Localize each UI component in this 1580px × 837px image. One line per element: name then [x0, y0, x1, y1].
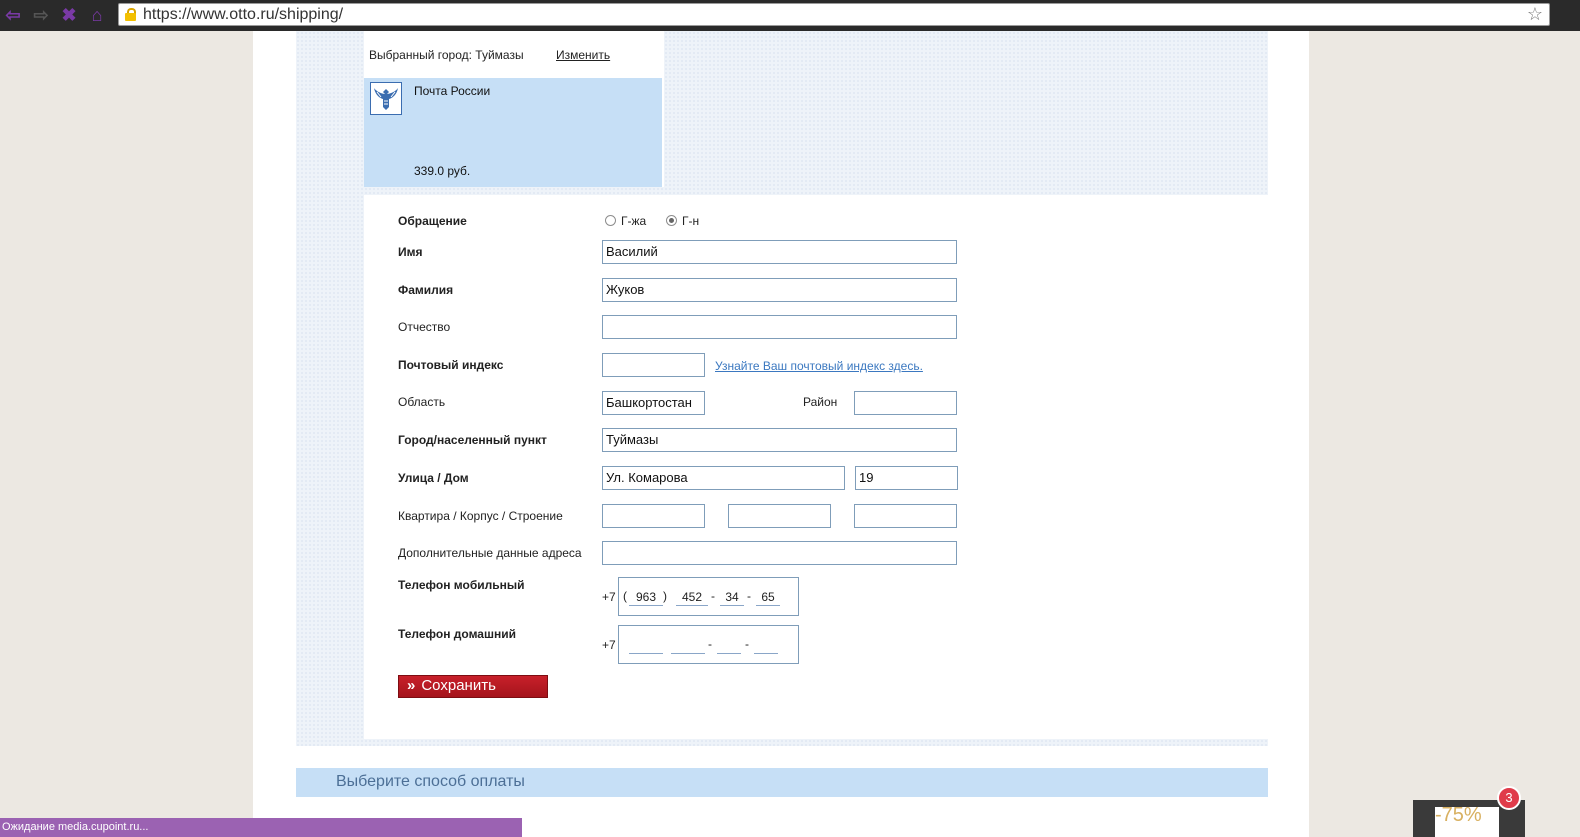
change-city-link[interactable]: Изменить [556, 48, 610, 62]
additional-address-label: Дополнительные данные адреса [398, 546, 582, 560]
home-phone-prefix: +7 [602, 638, 616, 652]
salutation-mrs-radio[interactable] [605, 215, 616, 226]
additional-address-field[interactable] [602, 541, 957, 565]
bookmark-star-icon[interactable]: ☆ [1527, 4, 1543, 25]
browser-toolbar: ⇦ ⇨ ✖ ⌂ https://www.otto.ru/shipping/ ☆ [0, 0, 1580, 31]
find-zip-link[interactable]: Узнайте Ваш почтовый индекс здесь. [715, 359, 923, 373]
salutation-mr-radio[interactable] [666, 215, 677, 226]
salutation-mr-label: Г-н [682, 214, 700, 228]
last-name-field[interactable]: Жуков [602, 278, 957, 302]
first-name-label: Имя [398, 245, 423, 259]
district-field[interactable] [854, 391, 957, 415]
save-button[interactable]: » Сохранить [398, 675, 548, 698]
district-label: Район [803, 395, 838, 409]
last-name-label: Фамилия [398, 283, 454, 297]
stop-icon[interactable]: ✖ [58, 4, 80, 26]
zip-field[interactable] [602, 353, 705, 377]
shipping-panel: Выбранный город: Туймазы Изменить Почта … [296, 31, 1294, 746]
house-field[interactable]: 19 [855, 466, 958, 490]
home-phone-group: - - [618, 625, 799, 664]
city-label: Город/населенный пункт [398, 433, 547, 447]
street-field[interactable]: Ул. Комарова [602, 466, 845, 490]
payment-section-header[interactable]: Выберите способ оплаты [296, 768, 1268, 797]
notification-badge[interactable]: 3 [1497, 786, 1521, 810]
home-part2-field[interactable] [717, 637, 741, 654]
address-bar[interactable]: https://www.otto.ru/shipping/ ☆ [118, 3, 1550, 26]
street-label: Улица / Дом [398, 471, 469, 485]
home-phone-label: Телефон домашний [398, 627, 516, 641]
save-button-label: Сохранить [421, 677, 496, 694]
mobile-phone-label: Телефон мобильный [398, 578, 525, 592]
home-part3-field[interactable] [754, 637, 778, 654]
apartment-label: Квартира / Корпус / Строение [398, 509, 563, 523]
building-field[interactable] [728, 504, 831, 528]
double-chevron-right-icon: » [407, 677, 416, 694]
city-field[interactable]: Туймазы [602, 428, 957, 452]
carrier-price: 339.0 руб. [414, 164, 471, 178]
promo-discount: -75% [1435, 804, 1482, 826]
russian-post-eagle-icon [370, 82, 402, 115]
page-footer-strip [522, 818, 702, 837]
mobile-phone-prefix: +7 [602, 590, 616, 604]
browser-status-bar: Ожидание media.cupoint.ru... [0, 818, 522, 837]
carrier-name: Почта России [414, 84, 491, 98]
address-form: Обращение Г-жа Г-н Имя Василий Фамилия Ж… [364, 195, 1294, 739]
mobile-code-field[interactable]: 963 [629, 589, 663, 606]
forward-arrow-icon[interactable]: ⇨ [30, 4, 52, 26]
back-arrow-icon[interactable]: ⇦ [2, 4, 24, 26]
selected-city-label: Выбранный город: Туймазы [369, 48, 524, 62]
mobile-phone-group: ( 963 ) 452 - 34 - 65 [618, 577, 799, 616]
apartment-field[interactable] [602, 504, 705, 528]
salutation-label: Обращение [398, 214, 467, 228]
structure-field[interactable] [854, 504, 957, 528]
first-name-field[interactable]: Василий [602, 240, 957, 264]
carrier-option[interactable]: Почта России 339.0 руб. [364, 78, 662, 187]
salutation-mrs-label: Г-жа [621, 214, 647, 228]
patronymic-field[interactable] [602, 315, 957, 339]
patronymic-label: Отчество [398, 320, 451, 334]
home-code-field[interactable] [629, 637, 663, 654]
address-url: https://www.otto.ru/shipping/ [143, 6, 344, 23]
mobile-part3-field[interactable]: 65 [756, 589, 780, 606]
payment-title: Выберите способ оплаты [336, 773, 525, 790]
mobile-part1-field[interactable]: 452 [676, 589, 708, 606]
page-content: Выбранный город: Туймазы Изменить Почта … [253, 31, 1309, 837]
mobile-part2-field[interactable]: 34 [720, 589, 744, 606]
home-icon[interactable]: ⌂ [86, 4, 108, 26]
region-field[interactable]: Башкортостан [602, 391, 705, 415]
home-part1-field[interactable] [671, 637, 705, 654]
zip-label: Почтовый индекс [398, 358, 504, 372]
region-label: Область [398, 395, 446, 409]
lock-icon [125, 8, 136, 21]
